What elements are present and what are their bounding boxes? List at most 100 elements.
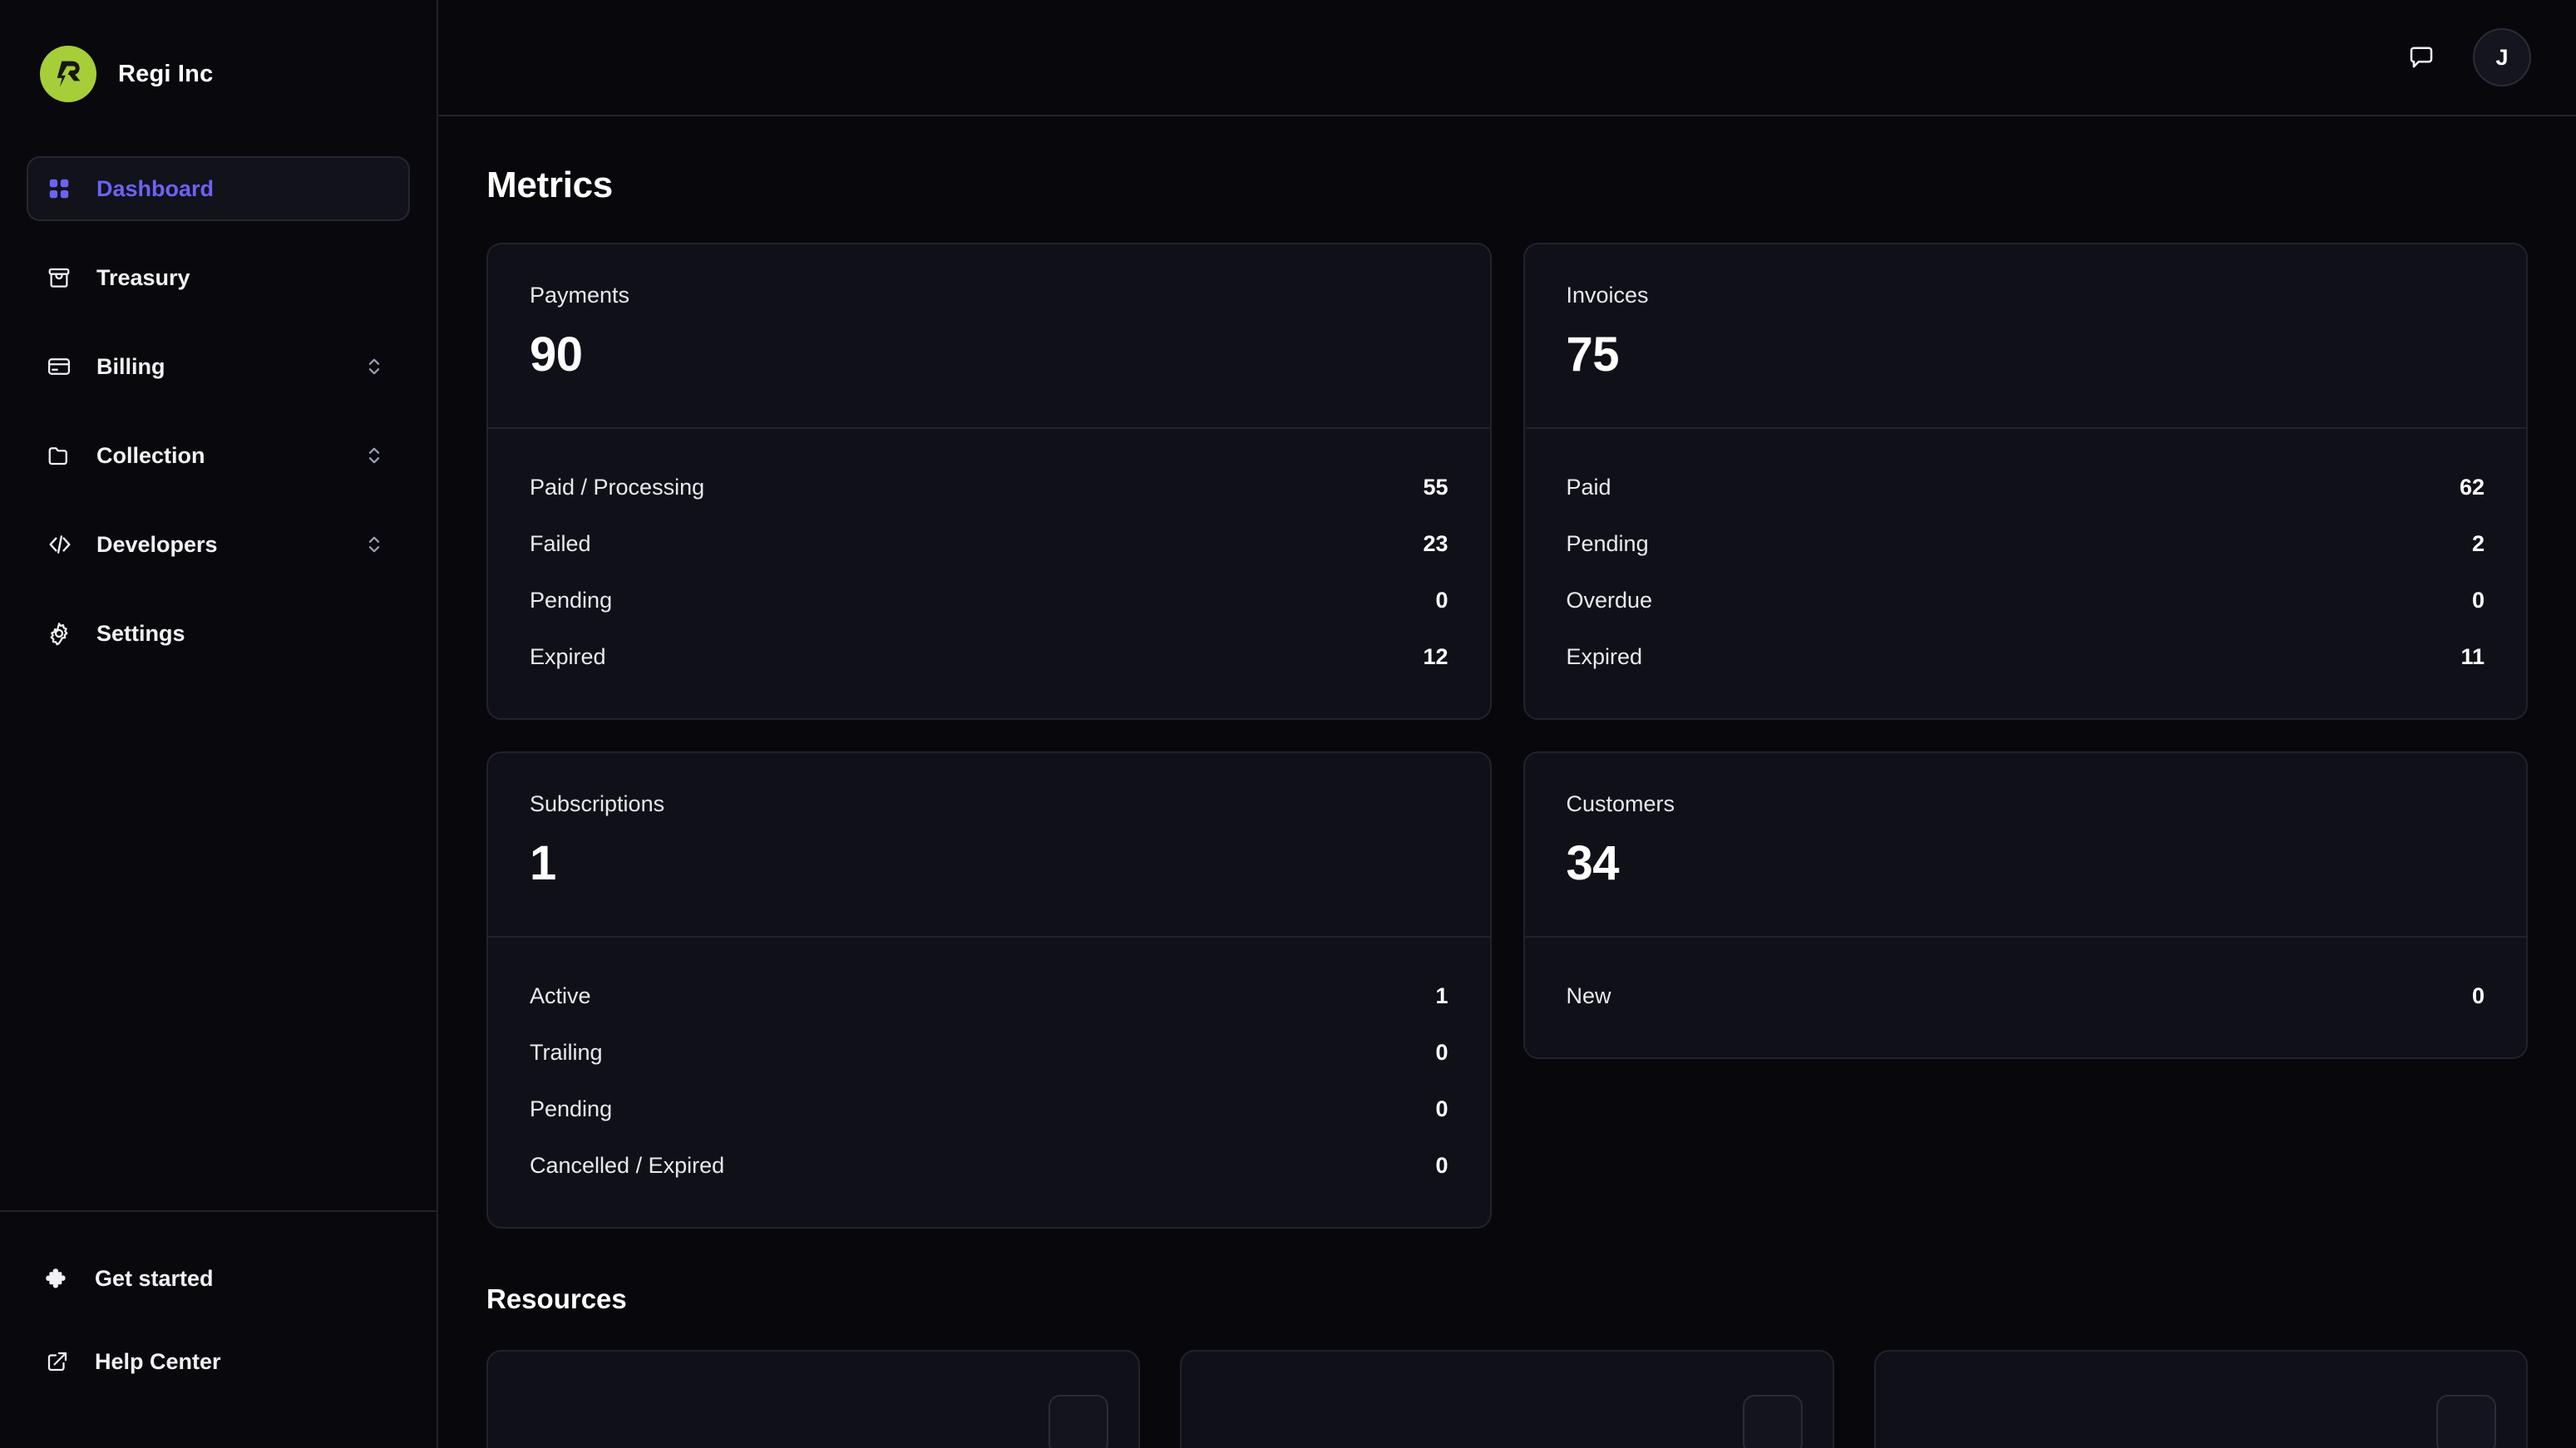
stat-row: Pending 0 bbox=[530, 572, 1448, 628]
sidebar-item-help-center[interactable]: Help Center bbox=[27, 1332, 410, 1391]
resource-action-icon[interactable] bbox=[2435, 1395, 2496, 1448]
sidebar-item-treasury[interactable]: Treasury bbox=[27, 245, 410, 310]
card-value: 90 bbox=[530, 328, 583, 382]
stat-row: Expired 12 bbox=[530, 628, 1448, 685]
stat-label: Pending bbox=[1566, 530, 1649, 556]
sidebar-item-label: Developers bbox=[96, 531, 218, 557]
stat-label: Trailing bbox=[530, 1039, 603, 1065]
stat-row: Cancelled / Expired 0 bbox=[530, 1137, 1448, 1194]
resource-card[interactable] bbox=[486, 1350, 1141, 1448]
chevron-updown-icon[interactable] bbox=[362, 533, 387, 556]
code-icon bbox=[47, 531, 85, 558]
stat-row: Overdue 0 bbox=[1567, 572, 2485, 628]
sidebar-item-settings[interactable]: Settings bbox=[27, 601, 410, 666]
stat-value: 0 bbox=[1435, 1096, 1448, 1121]
sidebar: Regi Inc Dashboard Treasury Billing Coll… bbox=[0, 0, 438, 1448]
app-root: Regi Inc Dashboard Treasury Billing Coll… bbox=[0, 0, 2576, 1448]
sidebar-item-label: Collection bbox=[96, 442, 205, 468]
resource-action-icon[interactable] bbox=[1049, 1395, 1109, 1448]
resources-grid bbox=[486, 1350, 2528, 1448]
stat-value: 55 bbox=[1423, 474, 1448, 500]
sidebar-item-collection[interactable]: Collection bbox=[27, 423, 410, 488]
archive-icon bbox=[47, 265, 85, 290]
metric-card-invoices: Invoices 75 Paid 62 Pending 2 Overdue 0 … bbox=[1522, 243, 2528, 720]
card-title: Invoices bbox=[1566, 283, 1649, 308]
card-title: Customers bbox=[1566, 791, 1675, 816]
sidebar-item-label: Dashboard bbox=[96, 175, 215, 201]
stat-label: Paid / Processing bbox=[530, 474, 705, 500]
resources-title: Resources bbox=[486, 1283, 627, 1314]
stat-row: Trailing 0 bbox=[530, 1024, 1448, 1081]
topbar: J bbox=[438, 0, 2576, 116]
sidebar-item-get-started[interactable]: Get started bbox=[27, 1249, 410, 1308]
stat-value: 2 bbox=[2471, 530, 2485, 556]
sidebar-item-label: Settings bbox=[96, 620, 185, 646]
stat-row: Expired 11 bbox=[1567, 628, 2485, 685]
sidebar-footer-label: Help Center bbox=[95, 1348, 221, 1374]
avatar-initial: J bbox=[2495, 44, 2509, 70]
stat-label: Active bbox=[530, 983, 591, 1008]
card-value: 34 bbox=[1566, 836, 1620, 890]
stat-value: 11 bbox=[2460, 643, 2485, 669]
main-area: J Metrics Payments 90 Paid / Processing … bbox=[438, 0, 2576, 1448]
page-title: Metrics bbox=[486, 165, 613, 205]
stat-value: 1 bbox=[1435, 983, 1448, 1008]
stat-value: 0 bbox=[1435, 1152, 1448, 1178]
avatar[interactable]: J bbox=[2473, 28, 2531, 86]
sidebar-footer-label: Get started bbox=[95, 1265, 214, 1291]
card-title: Payments bbox=[530, 283, 630, 308]
sidebar-item-label: Billing bbox=[96, 353, 165, 379]
sidebar-footer: Get started Help Center bbox=[0, 1210, 437, 1448]
brand-name: Regi Inc bbox=[118, 60, 214, 87]
stat-row: Paid 62 bbox=[1567, 459, 2485, 515]
stat-label: Expired bbox=[530, 643, 606, 669]
puzzle-icon bbox=[45, 1266, 83, 1291]
stat-value: 0 bbox=[2471, 587, 2485, 613]
stat-label: Failed bbox=[530, 530, 591, 556]
stat-value: 23 bbox=[1423, 530, 1448, 556]
sidebar-item-dashboard[interactable]: Dashboard bbox=[27, 156, 410, 221]
page-content: Metrics Payments 90 Paid / Processing 55 bbox=[438, 116, 2576, 1448]
chat-bubble-icon[interactable] bbox=[2406, 42, 2436, 72]
chevron-updown-icon[interactable] bbox=[362, 355, 387, 378]
chevron-updown-icon[interactable] bbox=[362, 444, 387, 467]
metric-card-subscriptions: Subscriptions 1 Active 1 Trailing 0 Pend… bbox=[486, 751, 1492, 1229]
credit-card-icon bbox=[47, 354, 85, 379]
stat-row: Pending 0 bbox=[530, 1081, 1448, 1137]
stat-label: Paid bbox=[1566, 474, 1611, 500]
card-body: New 0 bbox=[1524, 936, 2526, 1057]
card-body: Paid 62 Pending 2 Overdue 0 Expired 11 bbox=[1524, 427, 2526, 718]
resource-action-icon[interactable] bbox=[1742, 1395, 1803, 1448]
resource-card[interactable] bbox=[1873, 1350, 2528, 1448]
stat-label: Overdue bbox=[1566, 587, 1653, 613]
stat-row: Failed 23 bbox=[530, 515, 1448, 572]
card-value: 1 bbox=[530, 836, 556, 890]
card-header: Invoices 75 bbox=[1525, 244, 2527, 427]
stat-value: 12 bbox=[1423, 643, 1448, 669]
stat-label: New bbox=[1566, 983, 1611, 1008]
metrics-cards: Payments 90 Paid / Processing 55 Failed … bbox=[486, 243, 2528, 1229]
metric-card-payments: Payments 90 Paid / Processing 55 Failed … bbox=[486, 243, 1492, 720]
stat-label: Cancelled / Expired bbox=[530, 1152, 725, 1178]
card-header: Payments 90 bbox=[488, 244, 1490, 427]
sidebar-item-developers[interactable]: Developers bbox=[27, 512, 410, 577]
sidebar-item-billing[interactable]: Billing bbox=[27, 334, 410, 399]
sidebar-nav: Dashboard Treasury Billing Collection De… bbox=[0, 115, 437, 1210]
grid-icon bbox=[47, 176, 85, 201]
stat-row: Pending 2 bbox=[1567, 515, 2485, 572]
stat-value: 0 bbox=[1435, 1039, 1448, 1065]
card-header: Customers 34 bbox=[1525, 753, 2527, 936]
card-title: Subscriptions bbox=[530, 791, 665, 816]
stat-label: Pending bbox=[530, 1096, 613, 1121]
stat-label: Expired bbox=[1566, 643, 1643, 669]
stat-value: 0 bbox=[2471, 983, 2485, 1008]
card-body: Active 1 Trailing 0 Pending 0 Cancelled … bbox=[488, 936, 1490, 1227]
regi-logo-icon bbox=[40, 46, 96, 102]
external-link-icon bbox=[45, 1349, 83, 1374]
card-body: Paid / Processing 55 Failed 23 Pending 0 bbox=[488, 427, 1490, 718]
card-header: Subscriptions 1 bbox=[488, 753, 1490, 936]
brand[interactable]: Regi Inc bbox=[0, 0, 437, 115]
resource-card[interactable] bbox=[1180, 1350, 1834, 1448]
stat-value: 62 bbox=[2459, 474, 2485, 500]
stat-row: New 0 bbox=[1567, 968, 2485, 1024]
